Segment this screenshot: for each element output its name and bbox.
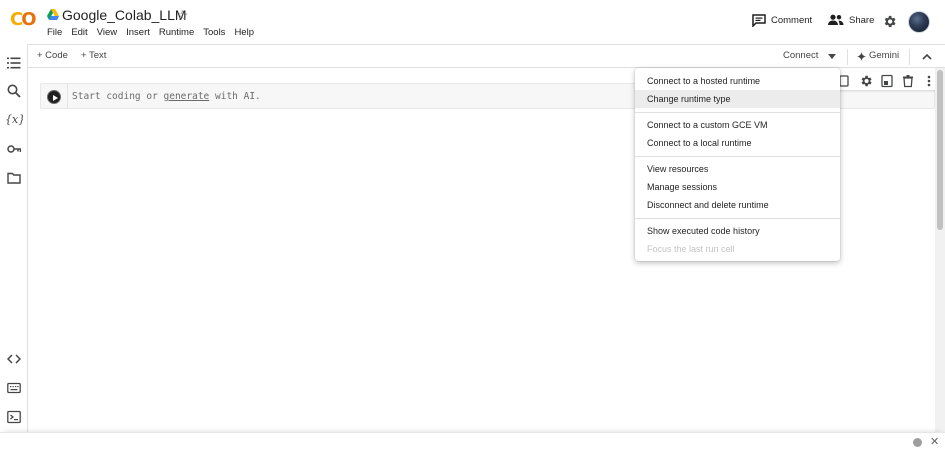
star-icon[interactable]: ☆ xyxy=(176,6,189,24)
connect-dropdown-chevron-icon[interactable] xyxy=(828,54,836,59)
delete-trash-icon[interactable] xyxy=(901,74,915,88)
menu-divider xyxy=(635,111,840,113)
user-avatar[interactable] xyxy=(908,11,930,33)
menu-edit[interactable]: Edit xyxy=(71,27,87,39)
cell-editor[interactable]: Start coding or generate with AI. xyxy=(72,91,261,102)
comment-button[interactable]: Comment xyxy=(752,14,812,27)
collapse-chevron-up-icon[interactable] xyxy=(922,53,932,60)
menu-item-view-resources[interactable]: View resources xyxy=(635,160,840,178)
cell-toolbar xyxy=(832,72,940,90)
menu-item-connect-local-runtime[interactable]: Connect to a local runtime xyxy=(635,134,840,152)
files-folder-icon[interactable] xyxy=(7,171,21,185)
secrets-key-icon[interactable] xyxy=(7,142,21,156)
menu-divider xyxy=(635,155,840,157)
share-label: Share xyxy=(849,14,875,26)
menu-view[interactable]: View xyxy=(97,27,117,39)
menu-item-show-code-history[interactable]: Show executed code history xyxy=(635,222,840,240)
notebook-title[interactable]: Google_Colab_LLM xyxy=(62,6,187,24)
search-icon[interactable] xyxy=(7,84,21,98)
more-vert-icon[interactable] xyxy=(922,74,936,88)
app-header: CO Google_Colab_LLM ☆ File Edit View Ins… xyxy=(0,0,945,44)
run-cell-button[interactable] xyxy=(47,90,61,104)
close-icon[interactable]: ✕ xyxy=(930,435,939,449)
gemini-sparkle-icon xyxy=(857,52,866,61)
menu-item-change-runtime-type[interactable]: Change runtime type xyxy=(635,90,840,108)
gemini-button[interactable]: Gemini xyxy=(869,50,899,62)
colab-logo[interactable]: CO xyxy=(10,10,38,30)
notebook-toolbar: + Code + Text Connect Gemini xyxy=(28,44,945,68)
vertical-scrollbar[interactable] xyxy=(935,68,945,432)
connect-button[interactable]: Connect xyxy=(783,50,818,62)
add-code-button[interactable]: + Code xyxy=(37,50,68,62)
menu-bar: File Edit View Insert Runtime Tools Help xyxy=(47,27,263,39)
runtime-status-dot[interactable] xyxy=(913,438,922,447)
comment-icon xyxy=(752,14,766,27)
toolbar-divider xyxy=(847,49,848,65)
table-of-contents-icon[interactable] xyxy=(7,56,21,70)
svg-text:{x}: {x} xyxy=(5,113,23,126)
menu-item-focus-last-run-cell: Focus the last run cell xyxy=(647,244,735,254)
mirror-cell-icon[interactable] xyxy=(880,74,894,88)
menu-divider xyxy=(635,217,840,219)
menu-item-disconnect-delete-runtime[interactable]: Disconnect and delete runtime xyxy=(635,196,840,214)
command-palette-icon[interactable] xyxy=(7,381,21,395)
cell-placeholder-prefix: Start coding or xyxy=(72,91,164,102)
variables-icon[interactable]: {x} xyxy=(5,112,23,126)
left-sidebar-rail: {x} xyxy=(0,44,28,433)
cell-gutter-divider xyxy=(67,84,68,108)
comment-label: Comment xyxy=(771,15,813,26)
generate-link[interactable]: generate xyxy=(164,91,210,102)
google-drive-icon xyxy=(47,9,59,20)
connect-dropdown-menu: Connect to a hosted runtime Change runti… xyxy=(635,68,840,261)
settings-gear-icon[interactable] xyxy=(882,14,897,29)
menu-item-connect-gce-vm[interactable]: Connect to a custom GCE VM xyxy=(635,116,840,134)
menu-runtime[interactable]: Runtime xyxy=(159,27,194,39)
menu-tools[interactable]: Tools xyxy=(203,27,225,39)
share-button[interactable]: Share xyxy=(828,14,874,26)
link-icon[interactable] xyxy=(838,74,852,88)
menu-help[interactable]: Help xyxy=(234,27,254,39)
menu-insert[interactable]: Insert xyxy=(126,27,150,39)
cell-placeholder-suffix: with AI. xyxy=(209,91,261,102)
menu-item-connect-hosted-runtime[interactable]: Connect to a hosted runtime xyxy=(635,72,840,90)
code-snippets-icon[interactable] xyxy=(7,352,21,366)
cell-settings-gear-icon[interactable] xyxy=(859,74,873,88)
status-bar: ✕ xyxy=(0,432,945,451)
toolbar-divider xyxy=(909,49,910,65)
menu-file[interactable]: File xyxy=(47,27,62,39)
scrollbar-thumb[interactable] xyxy=(937,70,943,230)
people-icon xyxy=(828,14,844,25)
colab-logo-text: CO xyxy=(10,9,37,30)
add-text-button[interactable]: + Text xyxy=(81,50,106,62)
terminal-icon[interactable] xyxy=(7,410,21,424)
menu-item-manage-sessions[interactable]: Manage sessions xyxy=(635,178,840,196)
